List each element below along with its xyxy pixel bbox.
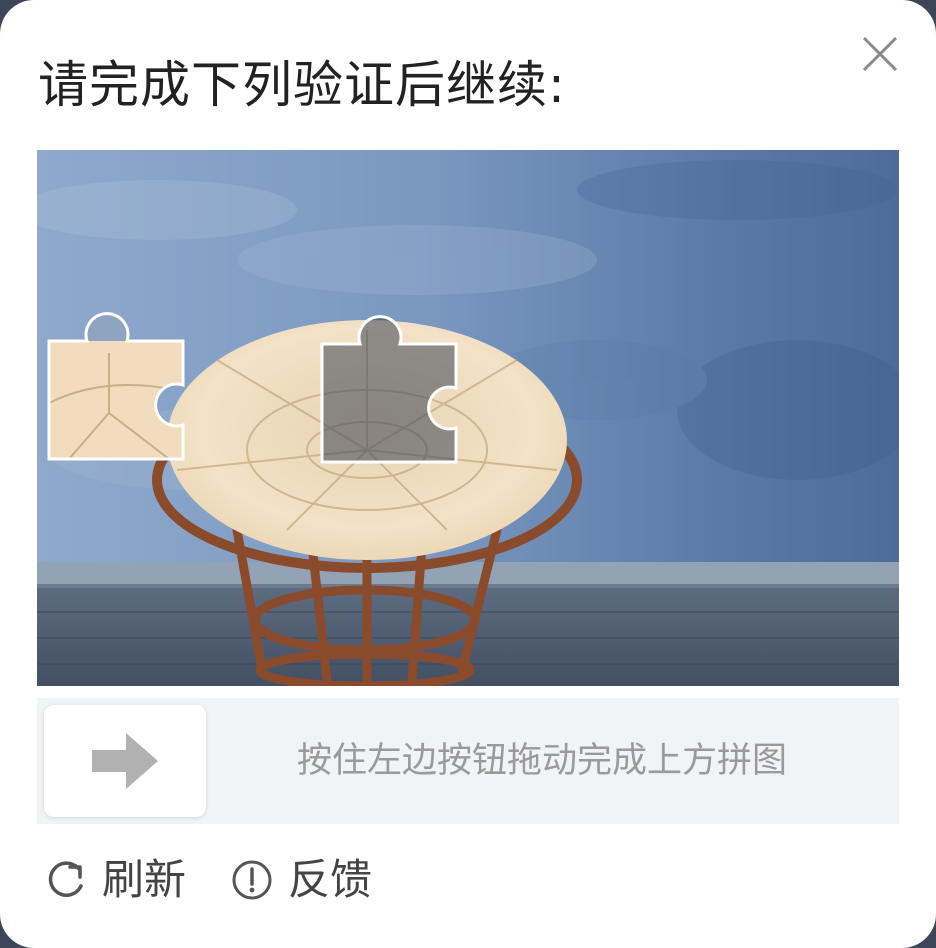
exclamation-circle-icon <box>232 860 272 900</box>
refresh-button[interactable]: 刷新 <box>44 850 186 910</box>
close-icon <box>862 36 898 72</box>
captcha-image <box>37 150 899 686</box>
slider-hint: 按住左边按钮拖动完成上方拼图 <box>297 741 788 781</box>
baseboard <box>37 562 899 586</box>
refresh-icon <box>48 861 83 897</box>
captcha-footer: 刷新 反馈 <box>44 850 416 910</box>
feedback-button[interactable]: 反馈 <box>230 850 372 910</box>
close-button[interactable] <box>856 30 904 78</box>
refresh-label: 刷新 <box>102 855 187 904</box>
slider-track[interactable]: 按住左边按钮拖动完成上方拼图 <box>37 698 899 824</box>
feedback-label: 反馈 <box>288 855 373 904</box>
arrow-right-icon <box>92 733 158 789</box>
slider-handle[interactable] <box>44 705 206 817</box>
dialog-title: 请完成下列验证后继续: <box>38 56 566 114</box>
captcha-dialog: 请完成下列验证后继续: 按住左边按钮拖动完成上方拼图 刷新 反馈 <box>0 0 936 948</box>
